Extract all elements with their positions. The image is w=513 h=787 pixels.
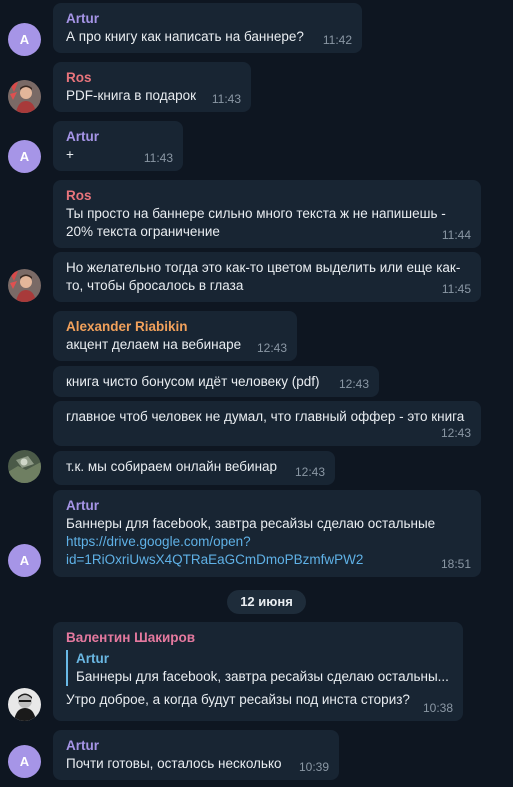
message-time: 12:43 <box>294 465 325 479</box>
message-time: 10:38 <box>422 701 453 715</box>
message-text: главное чтоб человек не думал, что главн… <box>66 409 465 424</box>
message-time: 11:43 <box>143 151 173 165</box>
message-time: 18:51 <box>440 557 471 571</box>
sender-name[interactable]: Ros <box>66 187 471 205</box>
message-text: Баннеры для facebook, завтра ресайзы сде… <box>66 516 436 531</box>
message-bubble[interactable]: Ros PDF-книга в подарок 11:43 <box>53 62 251 112</box>
message-bubble[interactable]: Но желательно тогда это как-то цветом вы… <box>53 252 481 302</box>
sender-name[interactable]: Валентин Шакиров <box>66 629 453 647</box>
message-bubble[interactable]: главное чтоб человек не думал, что главн… <box>53 401 481 446</box>
ros-photo-icon[interactable] <box>8 269 41 302</box>
sender-name[interactable]: Artur <box>66 737 329 755</box>
message-text: Ты просто на баннере сильно много текста… <box>66 206 446 239</box>
message-bubble[interactable]: Ros Ты просто на баннере сильно много те… <box>53 180 481 248</box>
avatar-artur[interactable]: A <box>8 140 41 173</box>
sender-name[interactable]: Artur <box>66 10 352 28</box>
message-time: 11:45 <box>441 282 471 296</box>
message-bubble[interactable]: Artur Почти готовы, осталось несколько 1… <box>53 730 339 780</box>
message-bubble[interactable]: Artur Баннеры для facebook, завтра ресай… <box>53 490 481 577</box>
chat-history[interactable]: A Artur А про книгу как написать на банн… <box>0 0 513 787</box>
message-time: 12:43 <box>256 341 287 355</box>
sender-name[interactable]: Artur <box>66 128 173 146</box>
message-bubble[interactable]: Валентин Шакиров Artur Баннеры для faceb… <box>53 622 463 721</box>
avatar-artur[interactable]: A <box>8 544 41 577</box>
message-time: 11:43 <box>211 92 241 106</box>
message-text: Почти готовы, осталось несколько <box>66 756 282 771</box>
avatar-artur[interactable]: A <box>8 23 41 56</box>
message-text: т.к. мы собираем онлайн вебинар <box>66 459 278 474</box>
message-bubble[interactable]: т.к. мы собираем онлайн вебинар 12:43 <box>53 451 335 485</box>
message-time: 11:42 <box>322 33 352 47</box>
message-bubble[interactable]: Artur + 11:43 <box>53 121 183 171</box>
reply-sender: Artur <box>76 651 109 666</box>
drive-link[interactable]: https://drive.google.com/open? id=1RiOxr… <box>66 533 471 569</box>
avatar-artur[interactable]: A <box>8 745 41 778</box>
reply-text: Баннеры для facebook, завтра ресайзы сде… <box>76 669 449 684</box>
message-time: 12:43 <box>440 426 471 440</box>
reply-preview[interactable]: Artur Баннеры для facebook, завтра ресай… <box>66 650 453 686</box>
message-text: Но желательно тогда это как-то цветом вы… <box>66 260 461 293</box>
sender-name[interactable]: Artur <box>66 497 471 515</box>
message-bubble[interactable]: Artur А про книгу как написать на баннер… <box>53 3 362 53</box>
sender-name[interactable]: Alexander Riabikin <box>66 318 287 336</box>
valentin-photo-icon[interactable] <box>8 688 41 721</box>
message-text: А про книгу как написать на баннере? <box>66 29 304 44</box>
ros-photo-icon[interactable] <box>8 80 41 113</box>
message-bubble[interactable]: книга чисто бонусом идёт человеку (pdf) … <box>53 366 379 397</box>
message-text: книга чисто бонусом идёт человеку (pdf) <box>66 374 320 389</box>
message-time: 12:43 <box>338 377 369 391</box>
message-text: акцент делаем на вебинаре <box>66 337 242 352</box>
message-time: 11:44 <box>441 228 471 242</box>
sender-name[interactable]: Ros <box>66 69 241 87</box>
message-time: 10:39 <box>298 760 329 774</box>
date-separator: 12 июня <box>227 590 306 614</box>
alexander-photo-icon[interactable] <box>8 450 41 483</box>
message-text: Утро доброе, а когда будут ресайзы под и… <box>66 692 410 707</box>
message-bubble[interactable]: Alexander Riabikin акцент делаем на веби… <box>53 311 297 361</box>
